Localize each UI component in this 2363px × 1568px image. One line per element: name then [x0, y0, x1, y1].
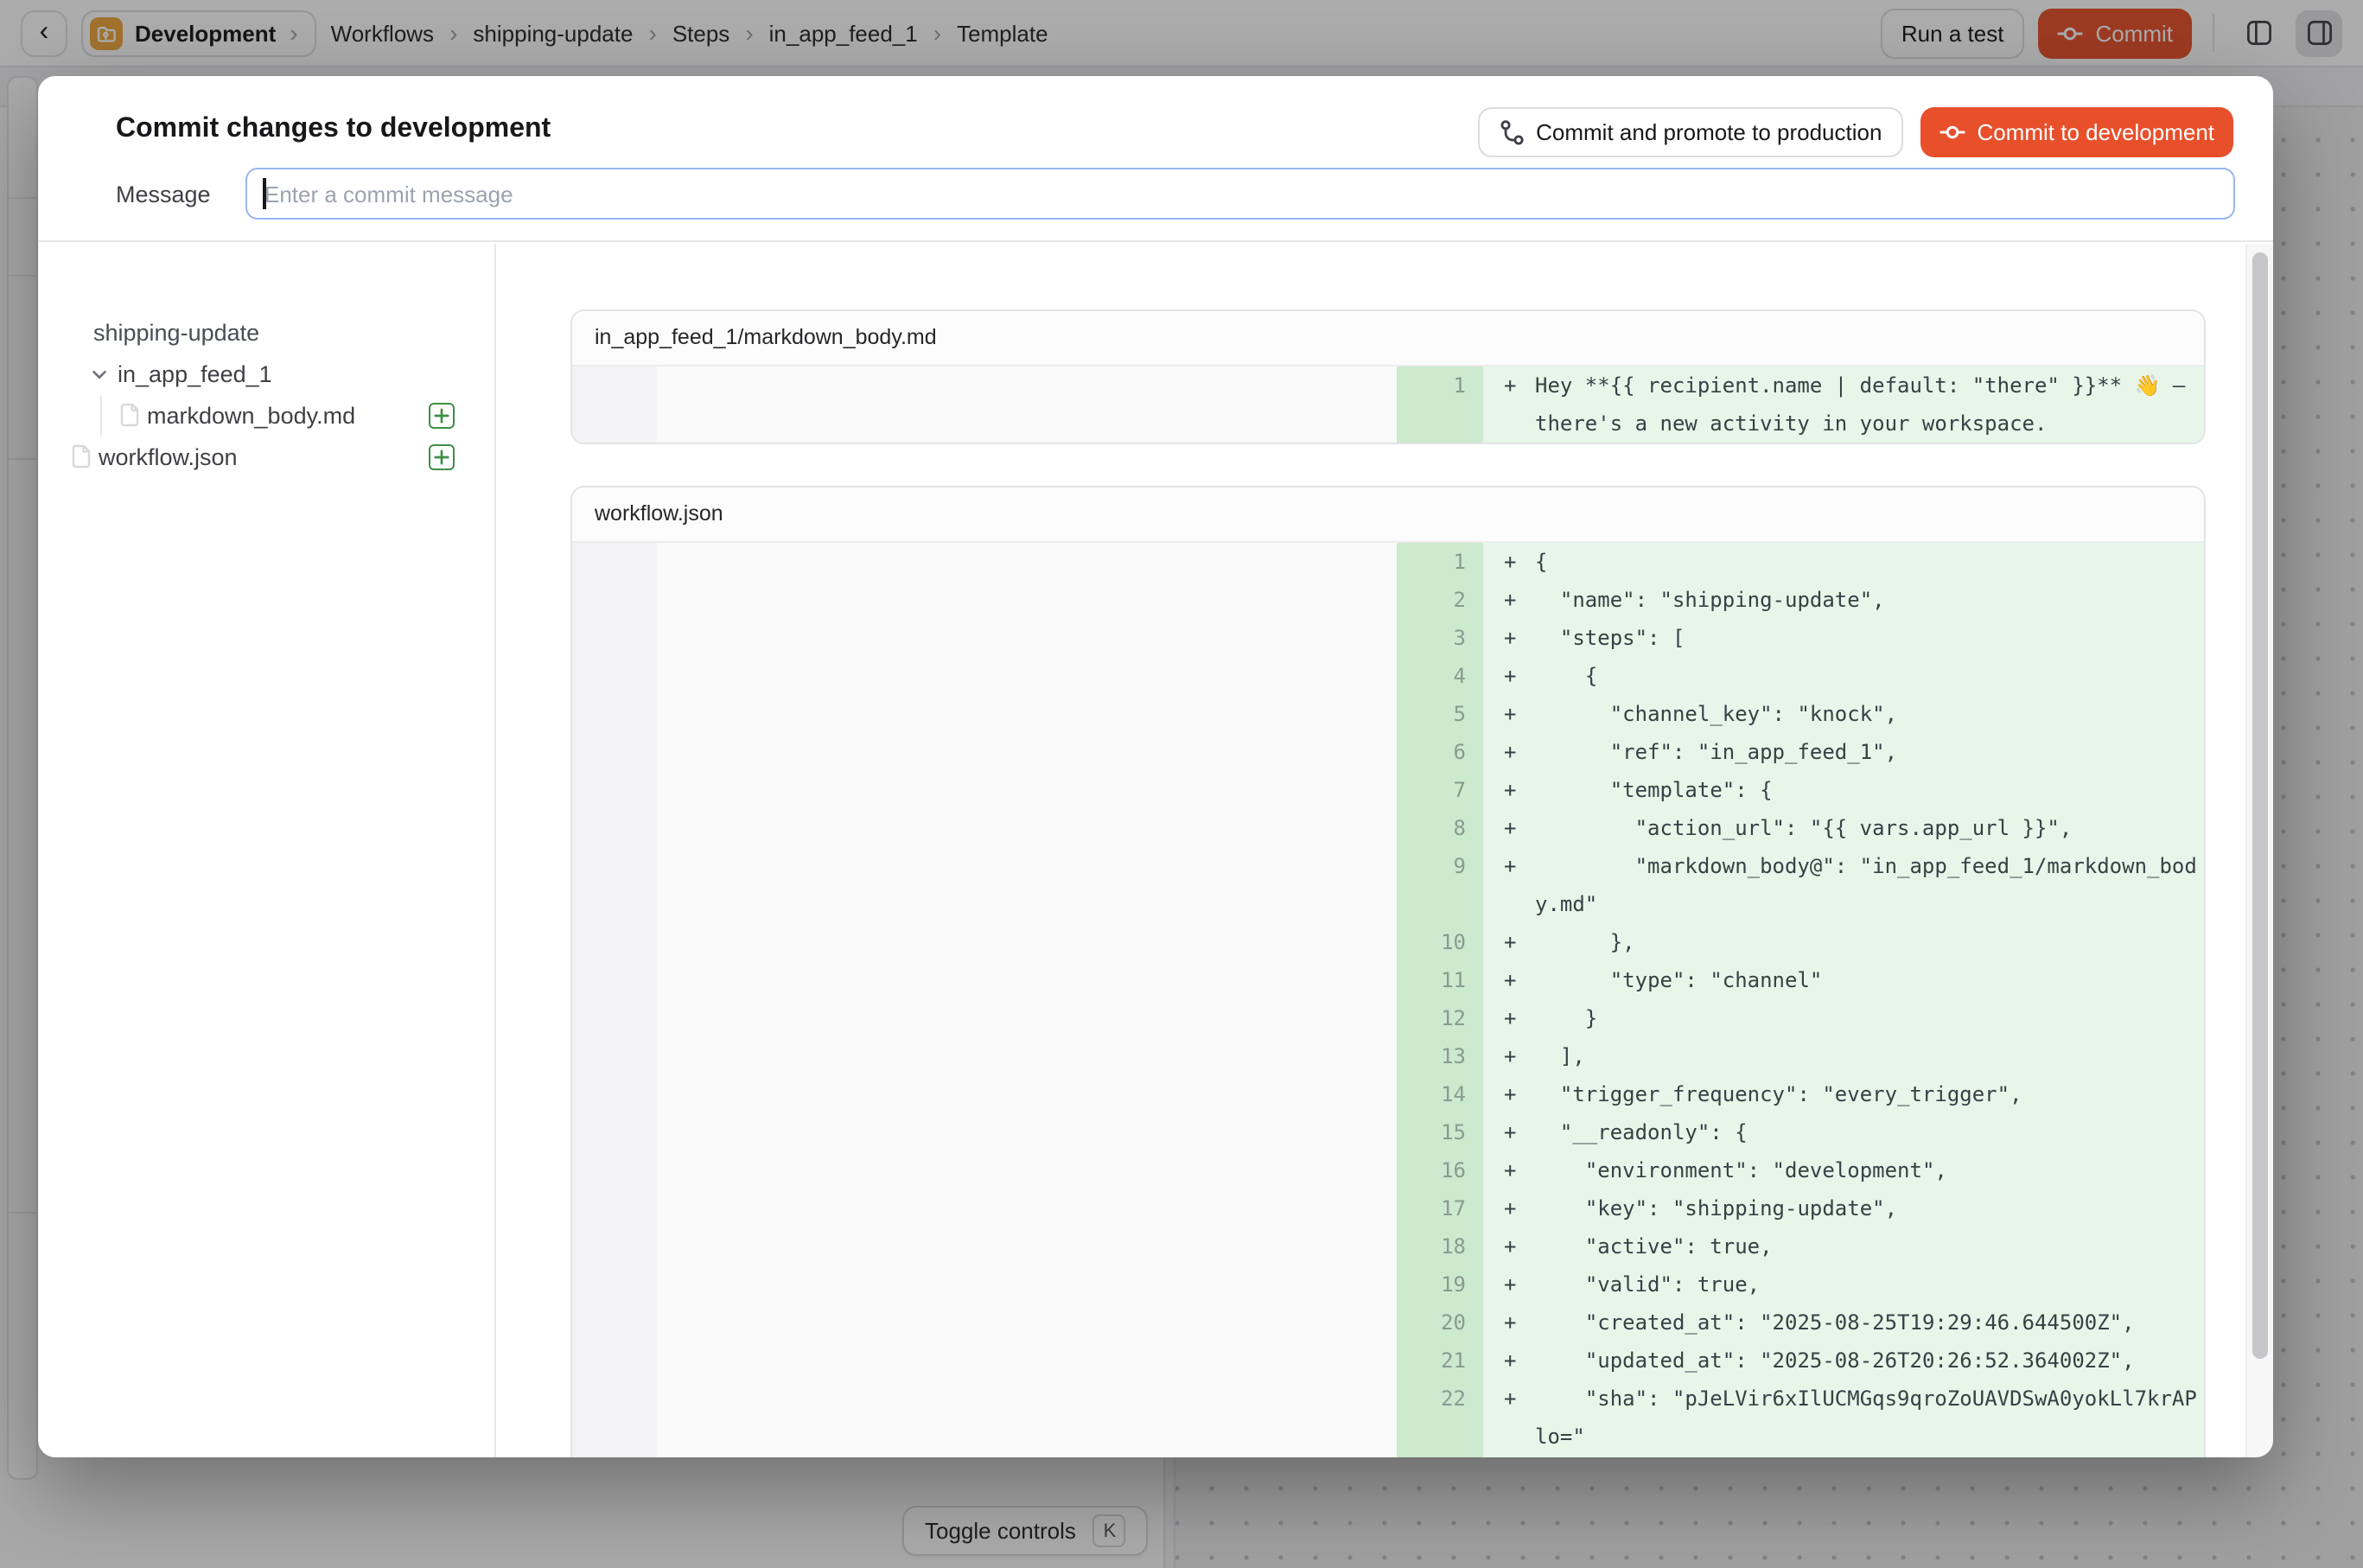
diff-line: 22+ "sha": "pJeLVir6xIlUCMGqs9qroZoUAVDS… — [1397, 1380, 2204, 1456]
promote-branch-icon — [1498, 119, 1524, 145]
diff-line: 1+Hey **{{ recipient.name | default: "th… — [1397, 367, 2204, 443]
diff-new-side: 1+{2+ "name": "shipping-update",3+ "step… — [1397, 543, 2204, 1457]
file-icon — [38, 403, 140, 427]
commit-message-input[interactable] — [245, 168, 2235, 220]
commit-changes-modal: Commit changes to development Commit and… — [38, 76, 2273, 1457]
tree-item-step-folder[interactable]: in_app_feed_1 — [38, 353, 494, 394]
commit-icon — [1939, 119, 1965, 145]
diff-old-gutter — [572, 543, 657, 1457]
diff-card-workflow-json: workflow.json 1+{2+ "name": "shipping-up… — [570, 486, 2206, 1457]
tree-guide-line — [100, 396, 102, 436]
diff-line: 11+ "type": "channel" — [1397, 961, 2204, 999]
diff-line: 14+ "trigger_frequency": "every_trigger"… — [1397, 1075, 2204, 1113]
diff-line: 15+ "__readonly": { — [1397, 1113, 2204, 1151]
modal-title: Commit changes to development — [116, 114, 551, 145]
modal-header: Commit changes to development Commit and… — [38, 76, 2273, 242]
diff-new-side: 1+Hey **{{ recipient.name | default: "th… — [1397, 367, 2204, 443]
commit-and-promote-label: Commit and promote to production — [1536, 119, 1882, 145]
diff-line: 19+ "valid": true, — [1397, 1265, 2204, 1303]
diff-line: 7+ "template": { — [1397, 771, 2204, 809]
diff-file-path: workflow.json — [572, 488, 2204, 543]
diff-line: 13+ ], — [1397, 1037, 2204, 1075]
chevron-down-icon — [38, 362, 111, 385]
diff-file-path: in_app_feed_1/markdown_body.md — [572, 311, 2204, 367]
diff-line: 9+ "markdown_body@": "in_app_feed_1/mark… — [1397, 847, 2204, 923]
tree-item-workflow-json[interactable]: workflow.json — [38, 436, 494, 477]
diff-line: 8+ "action_url": "{{ vars.app_url }}", — [1397, 809, 2204, 847]
diff-old-gutter — [572, 367, 657, 443]
diff-old-side — [572, 367, 1397, 443]
modal-scrollbar-track[interactable] — [2245, 244, 2273, 1457]
diff-card-markdown: in_app_feed_1/markdown_body.md 1+Hey **{… — [570, 309, 2206, 444]
diff-line: 4+ { — [1397, 657, 2204, 695]
changed-files-tree: shipping-update in_app_feed_1 markdown_b… — [38, 244, 496, 1457]
file-icon — [38, 444, 92, 468]
file-added-icon — [429, 443, 455, 469]
modal-body: shipping-update in_app_feed_1 markdown_b… — [38, 244, 2273, 1457]
diff-line: 12+ } — [1397, 999, 2204, 1037]
diff-old-content — [657, 367, 1397, 443]
modal-scrollbar-thumb[interactable] — [2252, 252, 2268, 1359]
diff-line: 16+ "environment": "development", — [1397, 1151, 2204, 1189]
tree-folder-label: in_app_feed_1 — [111, 360, 272, 386]
diff-line: 18+ "active": true, — [1397, 1227, 2204, 1265]
diff-old-content — [657, 543, 1397, 1457]
diff-old-side — [572, 543, 1397, 1457]
tree-file-label: markdown_body.md — [140, 402, 355, 428]
diff-line: 2+ "name": "shipping-update", — [1397, 581, 2204, 619]
diff-line: 21+ "updated_at": "2025-08-26T20:26:52.3… — [1397, 1342, 2204, 1380]
diff-line: 20+ "created_at": "2025-08-25T19:29:46.6… — [1397, 1303, 2204, 1342]
screen: ‹ Development › Workflows › shipping-upd… — [0, 0, 2363, 1568]
commit-to-development-label: Commit to development — [1977, 119, 2214, 145]
diff-line: 5+ "channel_key": "knock", — [1397, 695, 2204, 733]
commit-to-development-button[interactable]: Commit to development — [1920, 107, 2233, 157]
commit-and-promote-button[interactable]: Commit and promote to production — [1477, 107, 1902, 157]
diff-viewer: in_app_feed_1/markdown_body.md 1+Hey **{… — [498, 244, 2245, 1457]
message-label: Message — [116, 181, 245, 207]
diff-line: 1+{ — [1397, 543, 2204, 581]
diff-line: 23+ } — [1397, 1456, 2204, 1457]
diff-line: 17+ "key": "shipping-update", — [1397, 1189, 2204, 1227]
diff-line: 6+ "ref": "in_app_feed_1", — [1397, 733, 2204, 771]
tree-root-label: shipping-update — [38, 319, 259, 345]
file-added-icon — [429, 402, 455, 428]
text-cursor — [263, 178, 265, 209]
tree-item-workflow-root[interactable]: shipping-update — [38, 311, 494, 353]
diff-line: 10+ }, — [1397, 923, 2204, 961]
diff-line: 3+ "steps": [ — [1397, 619, 2204, 657]
tree-item-markdown-file[interactable]: markdown_body.md — [38, 394, 494, 436]
tree-file-label: workflow.json — [92, 443, 238, 469]
